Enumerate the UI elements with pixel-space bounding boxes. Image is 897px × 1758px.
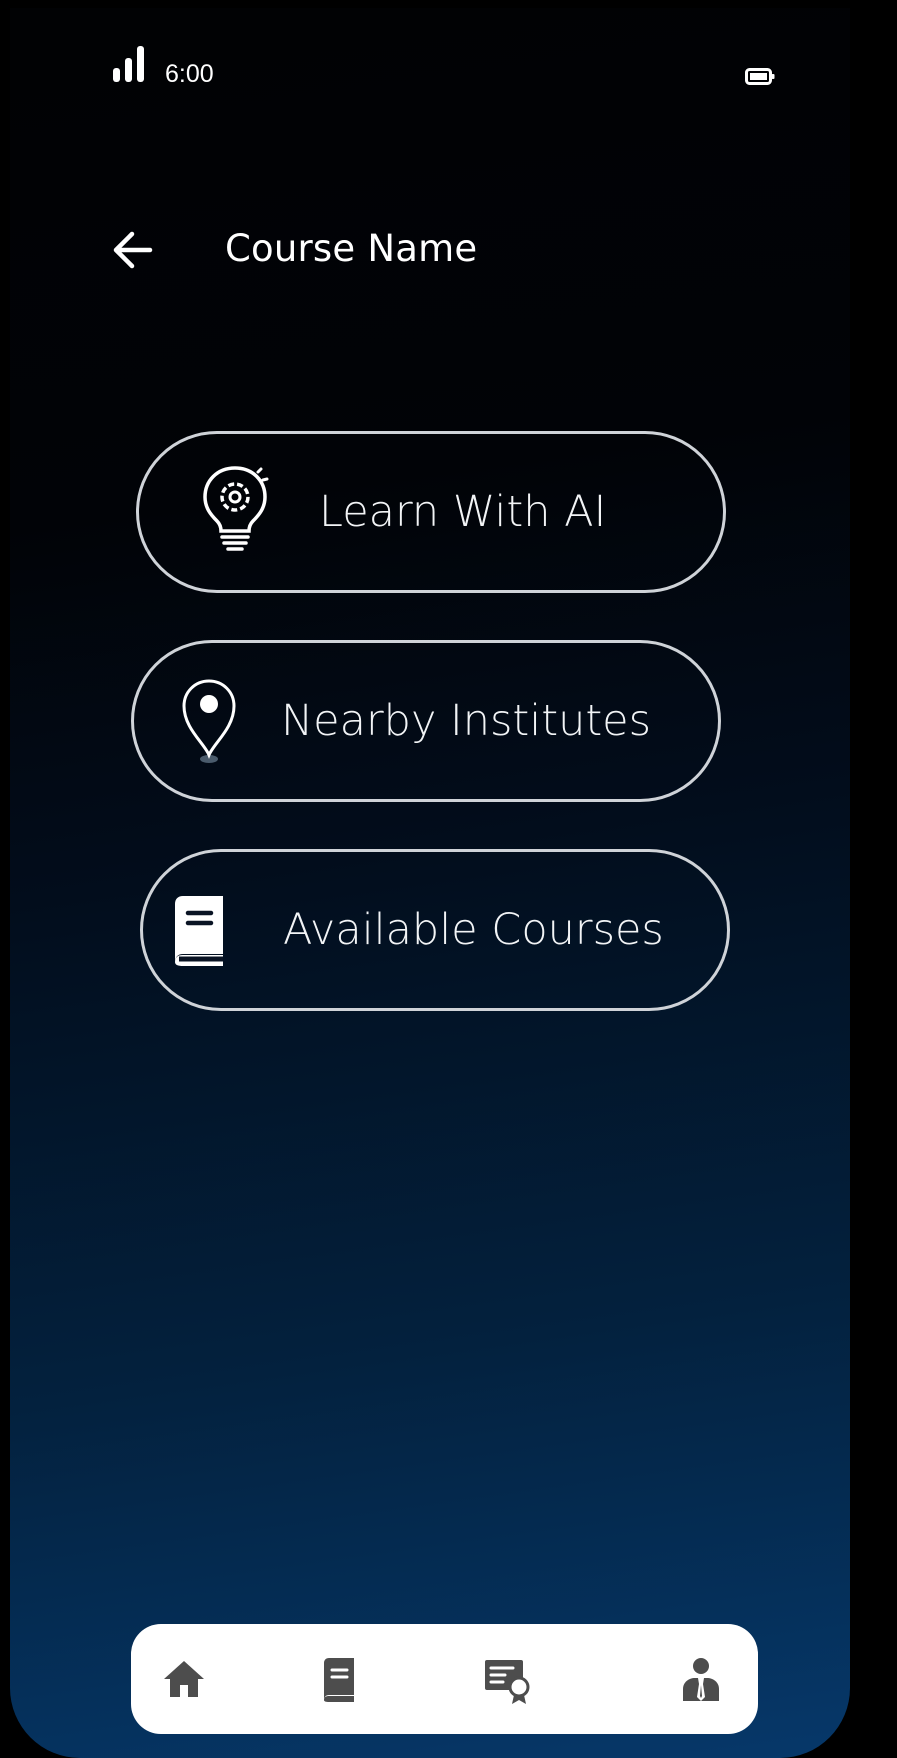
option-label: Available Courses bbox=[283, 905, 664, 955]
header: Course Name bbox=[10, 208, 850, 288]
status-bar: 6:00 bbox=[10, 8, 850, 128]
cellular-signal-icon bbox=[113, 46, 153, 82]
back-arrow-icon[interactable] bbox=[110, 228, 160, 272]
app-screen: 6:00 Course Name Learn With AI Nearby In… bbox=[10, 8, 850, 1758]
option-label: Nearby Institutes bbox=[281, 696, 652, 746]
book-icon bbox=[175, 896, 223, 966]
certificate-icon[interactable] bbox=[479, 1651, 535, 1707]
profile-icon[interactable] bbox=[673, 1651, 729, 1707]
status-time: 6:00 bbox=[165, 60, 214, 88]
learn-with-ai-button[interactable]: Learn With AI bbox=[136, 431, 726, 593]
page-title: Course Name bbox=[225, 227, 478, 270]
lightbulb-gear-icon bbox=[203, 466, 269, 551]
book-icon[interactable] bbox=[311, 1651, 367, 1707]
battery-icon bbox=[745, 68, 775, 85]
option-label: Learn With AI bbox=[319, 487, 607, 537]
available-courses-button[interactable]: Available Courses bbox=[140, 849, 730, 1011]
home-icon[interactable] bbox=[156, 1651, 212, 1707]
bottom-navigation-bar bbox=[131, 1624, 758, 1734]
nearby-institutes-button[interactable]: Nearby Institutes bbox=[131, 640, 721, 802]
map-pin-icon bbox=[182, 679, 236, 763]
